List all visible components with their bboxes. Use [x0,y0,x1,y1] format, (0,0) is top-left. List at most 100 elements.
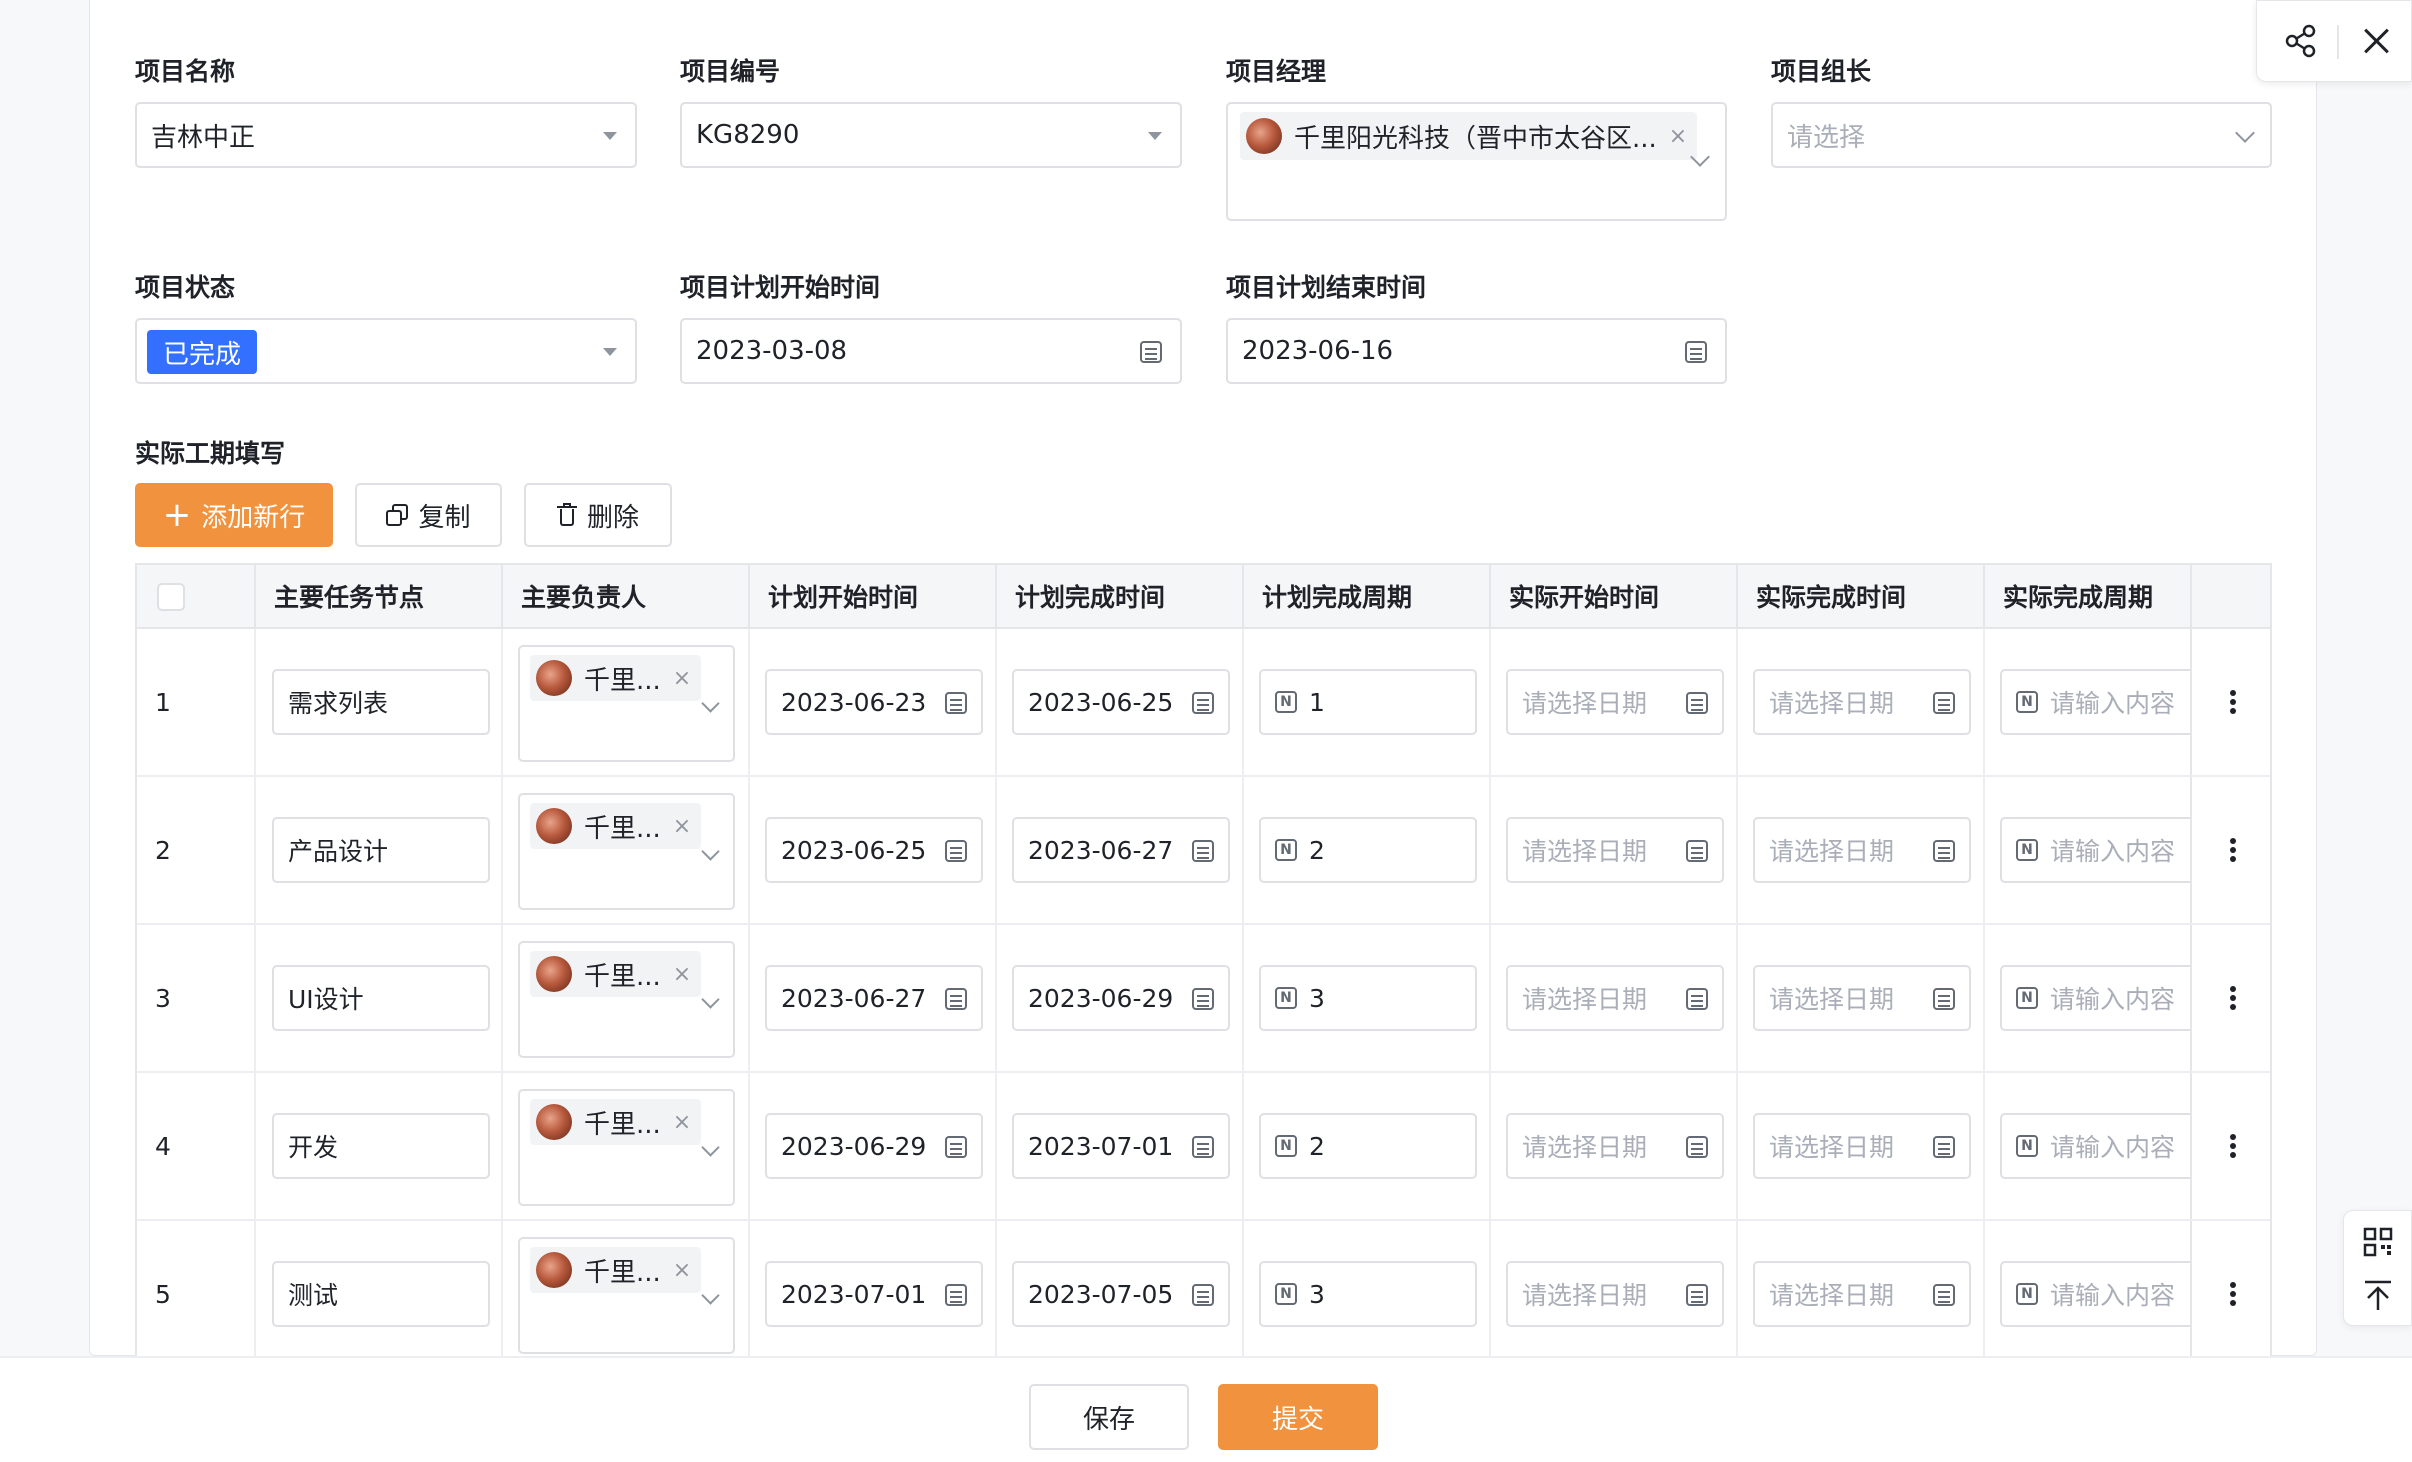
calendar-icon [945,1284,967,1306]
plan-start-picker[interactable]: 2023-06-23 [765,669,983,735]
task-input[interactable]: UI设计 [272,965,490,1031]
row-index-cell: 4 [137,1073,256,1219]
remove-tag-icon[interactable]: × [1669,124,1687,149]
more-vertical-icon[interactable] [2230,847,2236,853]
more-vertical-icon[interactable] [2230,995,2236,1001]
qrcode-icon[interactable] [2363,1227,2393,1257]
plan-period-input[interactable]: N 1 [1259,669,1477,735]
plan-end-cell: 2023-07-05 [997,1221,1244,1356]
plan-period-input[interactable]: N 3 [1259,1261,1477,1327]
actual-start-picker[interactable]: 请选择日期 [1506,669,1724,735]
copy-button[interactable]: 复制 [355,483,502,547]
owner-select[interactable]: 千里... × [518,1237,735,1354]
owner-select[interactable]: 千里... × [518,645,735,762]
actual-start-placeholder: 请选择日期 [1522,1281,1648,1310]
remove-tag-icon[interactable]: × [673,666,691,691]
more-vertical-icon[interactable] [2230,1143,2236,1149]
owner-cell: 千里... × [503,925,750,1071]
plan-end-date-picker[interactable]: 2023-06-16 [1226,318,1727,384]
plan-start-picker[interactable]: 2023-06-25 [765,817,983,883]
actual-start-cell: 请选择日期 [1491,1073,1738,1219]
task-input[interactable]: 开发 [272,1113,490,1179]
plan-start-label: 项目计划开始时间 [680,273,881,302]
actual-period-cell: N 请输入内容 [1985,629,2190,775]
header-actions [2190,565,2270,627]
plan-end-cell: 2023-06-27 [997,777,1244,923]
plan-start-picker[interactable]: 2023-07-01 [765,1261,983,1327]
owner-select[interactable]: 千里... × [518,941,735,1058]
project-status-select[interactable]: 已完成 [135,318,637,384]
actual-end-picker[interactable]: 请选择日期 [1753,1113,1971,1179]
plan-end-picker[interactable]: 2023-06-29 [1012,965,1230,1031]
actual-period-input[interactable]: N 请输入内容 [2000,1113,2190,1179]
remove-tag-icon[interactable]: × [673,962,691,987]
actual-period-input[interactable]: N 请输入内容 [2000,965,2190,1031]
actual-start-picker[interactable]: 请选择日期 [1506,1261,1724,1327]
number-icon: N [1275,987,1297,1009]
back-to-top-icon[interactable] [2363,1279,2393,1311]
save-button[interactable]: 保存 [1029,1384,1189,1450]
plan-period-value: 1 [1309,687,1325,717]
owner-select[interactable]: 千里... × [518,793,735,910]
plus-icon: + [162,495,192,535]
side-toolbar [2343,1210,2412,1326]
plan-end-picker[interactable]: 2023-06-25 [1012,669,1230,735]
share-icon[interactable] [2283,23,2319,59]
actual-start-picker[interactable]: 请选择日期 [1506,1113,1724,1179]
actual-period-cell: N 请输入内容 [1985,1073,2190,1219]
calendar-icon [1686,1284,1708,1306]
plan-end-date: 2023-07-01 [1028,1131,1174,1161]
row-index: 5 [155,1279,171,1309]
remove-tag-icon[interactable]: × [673,1258,691,1283]
delete-button[interactable]: 删除 [524,483,672,547]
owner-select[interactable]: 千里... × [518,1089,735,1206]
actual-end-picker[interactable]: 请选择日期 [1753,965,1971,1031]
plan-period-input[interactable]: N 3 [1259,965,1477,1031]
actual-start-picker[interactable]: 请选择日期 [1506,965,1724,1031]
task-cell: UI设计 [256,925,503,1071]
actual-start-picker[interactable]: 请选择日期 [1506,817,1724,883]
project-leader-select[interactable]: 请选择 [1771,102,2272,168]
project-code-value: KG8290 [696,120,800,150]
task-input[interactable]: 需求列表 [272,669,490,735]
task-cell: 开发 [256,1073,503,1219]
task-input[interactable]: 测试 [272,1261,490,1327]
calendar-icon [1933,692,1955,714]
plan-start-picker[interactable]: 2023-06-29 [765,1113,983,1179]
actual-period-input[interactable]: N 请输入内容 [2000,669,2190,735]
owner-tag: 千里... × [530,1099,702,1145]
row-actions-cell [2190,629,2270,775]
submit-button[interactable]: 提交 [1218,1384,1378,1450]
plan-end-picker[interactable]: 2023-07-01 [1012,1113,1230,1179]
plan-period-cell: N 1 [1244,629,1491,775]
actual-end-picker[interactable]: 请选择日期 [1753,669,1971,735]
plan-period-input[interactable]: N 2 [1259,817,1477,883]
project-manager-select[interactable]: 千里阳光科技（晋中市太谷区... × [1226,102,1727,221]
select-all-checkbox[interactable] [157,583,185,611]
add-row-button[interactable]: + 添加新行 [135,483,333,547]
plan-end-picker[interactable]: 2023-06-27 [1012,817,1230,883]
project-name-select[interactable]: 吉林中正 [135,102,637,168]
actual-end-placeholder: 请选择日期 [1769,1281,1895,1310]
more-vertical-icon[interactable] [2230,1291,2236,1297]
plan-period-input[interactable]: N 2 [1259,1113,1477,1179]
task-cell: 测试 [256,1221,503,1356]
plan-start-date: 2023-06-25 [781,835,927,865]
task-input[interactable]: 产品设计 [272,817,490,883]
status-badge: 已完成 [147,330,258,374]
remove-tag-icon[interactable]: × [673,814,691,839]
plan-start-date-picker[interactable]: 2023-03-08 [680,318,1182,384]
close-icon[interactable] [2359,23,2395,59]
plan-start-picker[interactable]: 2023-06-27 [765,965,983,1031]
remove-tag-icon[interactable]: × [673,1110,691,1135]
actual-end-picker[interactable]: 请选择日期 [1753,817,1971,883]
project-code-select[interactable]: KG8290 [680,102,1182,168]
actual-period-input[interactable]: N 请输入内容 [2000,1261,2190,1327]
plan-end-picker[interactable]: 2023-07-05 [1012,1261,1230,1327]
calendar-icon [1192,988,1214,1010]
actual-end-picker[interactable]: 请选择日期 [1753,1261,1971,1327]
actual-period-placeholder: 请输入内容 [2050,1281,2176,1310]
more-vertical-icon[interactable] [2230,699,2236,705]
actual-period-input[interactable]: N 请输入内容 [2000,817,2190,883]
actual-end-placeholder: 请选择日期 [1769,689,1895,718]
